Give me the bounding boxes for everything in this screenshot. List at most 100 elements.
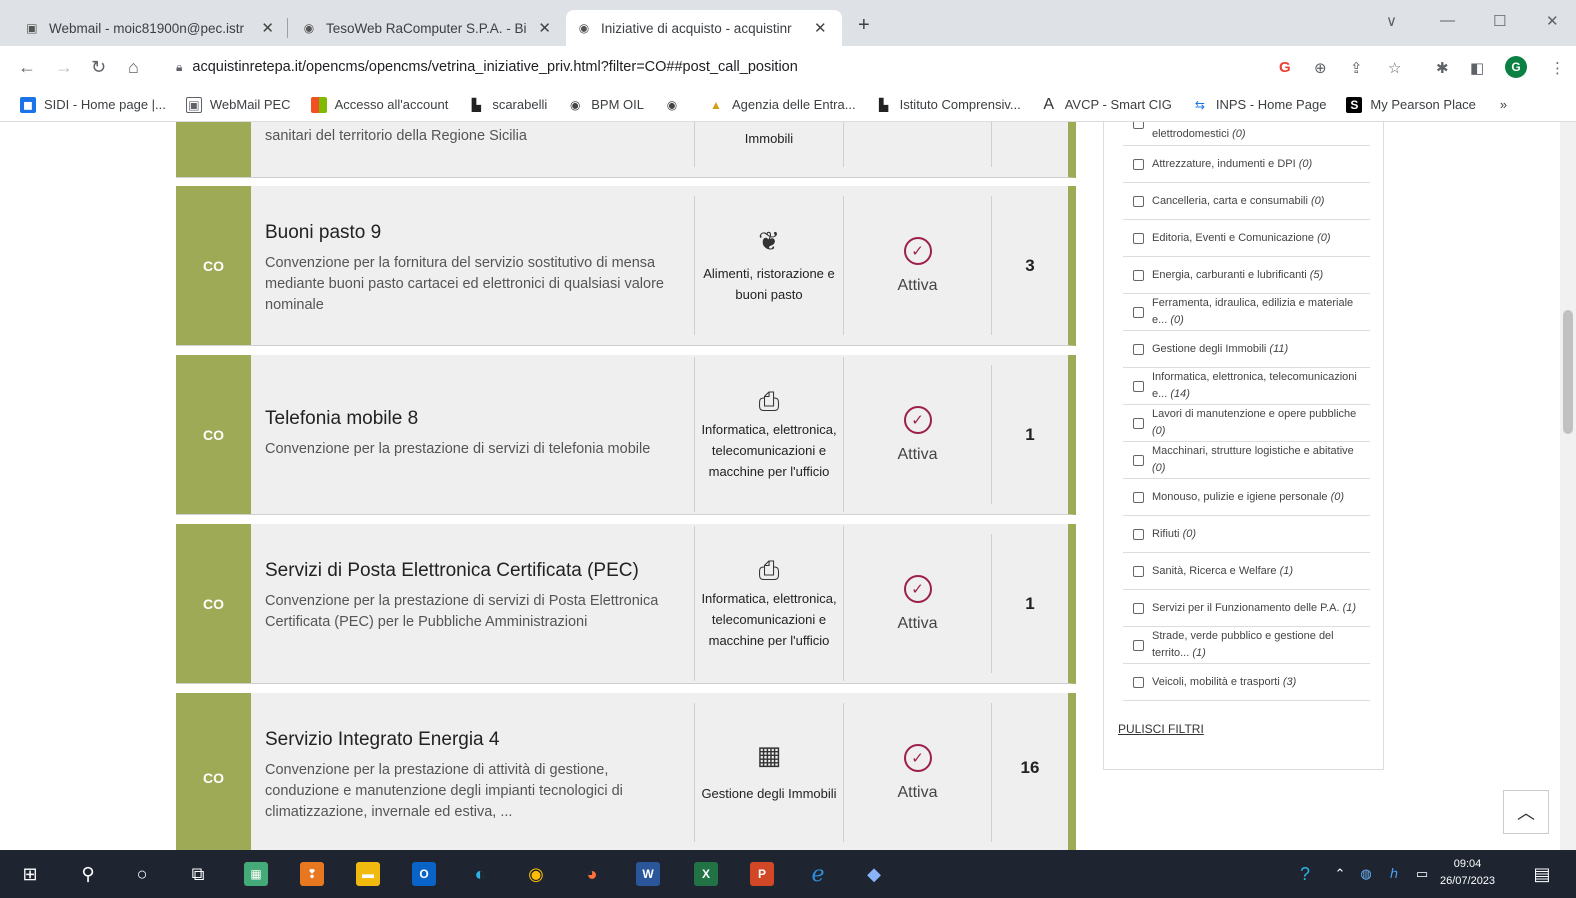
- checkbox[interactable]: [1133, 122, 1144, 129]
- checkbox[interactable]: [1133, 602, 1144, 614]
- notifications-icon[interactable]: ▤: [1530, 862, 1554, 886]
- initiative-card-partial[interactable]: sanitari del territorio della Regione Si…: [176, 122, 1076, 178]
- bookmark-sidi[interactable]: ◼ SIDI - Home page |...: [20, 96, 166, 113]
- cortana-icon[interactable]: ○: [130, 862, 154, 886]
- calculator-icon[interactable]: ▦: [244, 862, 268, 886]
- profile-avatar[interactable]: G: [1505, 56, 1527, 78]
- initiative-card[interactable]: CO Telefonia mobile 8 Convenzione per la…: [176, 355, 1076, 515]
- word-icon[interactable]: W: [636, 862, 660, 886]
- filter-item[interactable]: Energia, carburanti e lubrificanti (5): [1123, 257, 1370, 294]
- tab-iniziative[interactable]: ◉ Iniziative di acquisto - acquistinr ✕: [566, 10, 842, 46]
- close-icon[interactable]: ✕: [538, 19, 551, 37]
- close-icon[interactable]: ✕: [814, 19, 827, 37]
- initiative-card[interactable]: CO Servizio Integrato Energia 4 Convenzi…: [176, 693, 1076, 850]
- checkbox[interactable]: [1133, 158, 1144, 170]
- checkbox[interactable]: [1133, 565, 1144, 577]
- tab-webmail[interactable]: ▣ Webmail - moic81900n@pec.istr ✕: [14, 10, 284, 46]
- filter-item[interactable]: Ferramenta, idraulica, edilizia e materi…: [1123, 294, 1370, 331]
- checkbox[interactable]: [1133, 528, 1144, 540]
- initiative-title[interactable]: Servizio Integrato Energia 4: [265, 729, 685, 751]
- filter-item[interactable]: Monouso, pulizie e igiene personale (0): [1123, 479, 1370, 516]
- lock-icon[interactable]: 🔒︎: [176, 60, 182, 75]
- outlook-icon[interactable]: O: [412, 862, 436, 886]
- initiative-card[interactable]: CO Servizi di Posta Elettronica Certific…: [176, 524, 1076, 684]
- vertical-scrollbar[interactable]: [1560, 122, 1576, 850]
- checkbox[interactable]: [1133, 306, 1144, 318]
- extensions-icon[interactable]: ✱: [1436, 59, 1449, 77]
- bookmark-inps[interactable]: ⇆ INPS - Home Page: [1192, 97, 1327, 113]
- tab-tesoweb[interactable]: ◉ TesoWeb RaComputer S.P.A. - Bi ✕: [291, 10, 561, 46]
- checkbox[interactable]: [1133, 269, 1144, 281]
- bookmark-avcp[interactable]: A AVCP - Smart CIG: [1041, 96, 1172, 113]
- checkbox[interactable]: [1133, 380, 1144, 392]
- file-explorer-icon[interactable]: ▬: [356, 862, 380, 886]
- zoom-icon[interactable]: ⊕: [1314, 59, 1327, 77]
- new-tab-button[interactable]: +: [858, 14, 870, 37]
- initiative-title[interactable]: Telefonia mobile 8: [265, 408, 685, 430]
- bookmark-bpm-oil[interactable]: ◉ BPM OIL: [567, 97, 644, 113]
- forward-icon[interactable]: →: [55, 57, 73, 78]
- reload-icon[interactable]: ↻: [91, 57, 106, 78]
- filter-item[interactable]: elettrodomestici (0): [1123, 122, 1370, 146]
- filter-item[interactable]: Gestione degli Immobili (11): [1123, 331, 1370, 368]
- checkbox[interactable]: [1133, 343, 1144, 355]
- filter-item[interactable]: Sanità, Ricerca e Welfare (1): [1123, 553, 1370, 590]
- display-icon[interactable]: ▭: [1410, 862, 1434, 886]
- clear-filters-link[interactable]: PULISCI FILTRI: [1118, 722, 1204, 736]
- firefox-icon[interactable]: ◕: [580, 862, 604, 886]
- bookmark-istituto[interactable]: ▙ Istituto Comprensiv...: [876, 97, 1021, 113]
- initiative-title[interactable]: Servizi di Posta Elettronica Certificata…: [265, 560, 685, 582]
- maximize-icon[interactable]: ☐: [1493, 12, 1506, 30]
- search-icon[interactable]: ⚲: [76, 862, 100, 886]
- excel-icon[interactable]: X: [694, 862, 718, 886]
- filter-item[interactable]: Lavori di manutenzione e opere pubbliche…: [1123, 405, 1370, 442]
- bookmark-globe[interactable]: ◉: [664, 97, 688, 113]
- tab-search-icon[interactable]: ∨: [1386, 12, 1397, 30]
- filter-item[interactable]: Strade, verde pubblico e gestione del te…: [1123, 627, 1370, 664]
- initiative-title[interactable]: Buoni pasto 9: [265, 222, 685, 244]
- edge-icon[interactable]: ◐: [468, 862, 492, 886]
- filter-item[interactable]: Informatica, elettronica, telecomunicazi…: [1123, 368, 1370, 405]
- scrollbar-thumb[interactable]: [1563, 310, 1573, 434]
- app-icon[interactable]: ◆: [862, 862, 886, 886]
- home-icon[interactable]: ⌂: [128, 57, 139, 78]
- url-text[interactable]: acquistinretepa.it/opencms/opencms/vetri…: [192, 59, 797, 75]
- bookmark-webmail-pec[interactable]: ▣ WebMail PEC: [185, 96, 291, 113]
- initiative-card[interactable]: CO Buoni pasto 9 Convenzione per la forn…: [176, 186, 1076, 346]
- side-panel-icon[interactable]: ◧: [1470, 59, 1484, 77]
- help-icon[interactable]: ?: [1293, 862, 1317, 886]
- checkbox[interactable]: [1133, 491, 1144, 503]
- task-view-icon[interactable]: ⧉: [186, 862, 210, 886]
- filter-item[interactable]: Servizi per il Funzionamento delle P.A. …: [1123, 590, 1370, 627]
- checkbox[interactable]: [1133, 195, 1144, 207]
- bookmark-scarabelli[interactable]: ▙ scarabelli: [468, 97, 548, 113]
- bookmarks-overflow-icon[interactable]: »: [1500, 97, 1507, 112]
- scroll-to-top-button[interactable]: ︿: [1503, 790, 1549, 834]
- bookmark-star-icon[interactable]: ☆: [1388, 59, 1401, 77]
- google-translate-icon[interactable]: G: [1279, 59, 1291, 76]
- checkbox[interactable]: [1133, 676, 1144, 688]
- filter-item[interactable]: Rifiuti (0): [1123, 516, 1370, 553]
- filter-item[interactable]: Cancelleria, carta e consumabili (0): [1123, 183, 1370, 220]
- bookmark-account[interactable]: Accesso all'account: [310, 96, 448, 113]
- network-app-icon[interactable]: ◍: [1354, 862, 1378, 886]
- checkbox[interactable]: [1133, 417, 1144, 429]
- bookmark-agenzia-entrate[interactable]: ▲ Agenzia delle Entra...: [708, 97, 856, 113]
- minimize-icon[interactable]: —: [1440, 12, 1455, 29]
- chrome-icon[interactable]: ◉: [524, 862, 548, 886]
- windows-start-icon[interactable]: ⊞: [18, 862, 42, 886]
- checkbox[interactable]: [1133, 454, 1144, 466]
- bookmark-pearson[interactable]: S My Pearson Place: [1346, 96, 1476, 113]
- internet-explorer-icon[interactable]: ℯ: [806, 861, 830, 886]
- checkbox[interactable]: [1133, 232, 1144, 244]
- filter-item[interactable]: Macchinari, strutture logistiche e abita…: [1123, 442, 1370, 479]
- menu-icon[interactable]: ⋮: [1550, 59, 1565, 77]
- checkbox[interactable]: [1133, 639, 1144, 651]
- back-icon[interactable]: ←: [18, 57, 36, 78]
- filter-item[interactable]: Veicoli, mobilità e trasporti (3): [1123, 664, 1370, 701]
- chevron-up-icon[interactable]: ⌃: [1328, 862, 1352, 886]
- address-bar[interactable]: 🔒︎ acquistinretepa.it/opencms/opencms/ve…: [168, 52, 1258, 82]
- filter-item[interactable]: Editoria, Eventi e Comunicazione (0): [1123, 220, 1370, 257]
- powerpoint-icon[interactable]: P: [750, 862, 774, 886]
- filter-item[interactable]: Attrezzature, indumenti e DPI (0): [1123, 146, 1370, 183]
